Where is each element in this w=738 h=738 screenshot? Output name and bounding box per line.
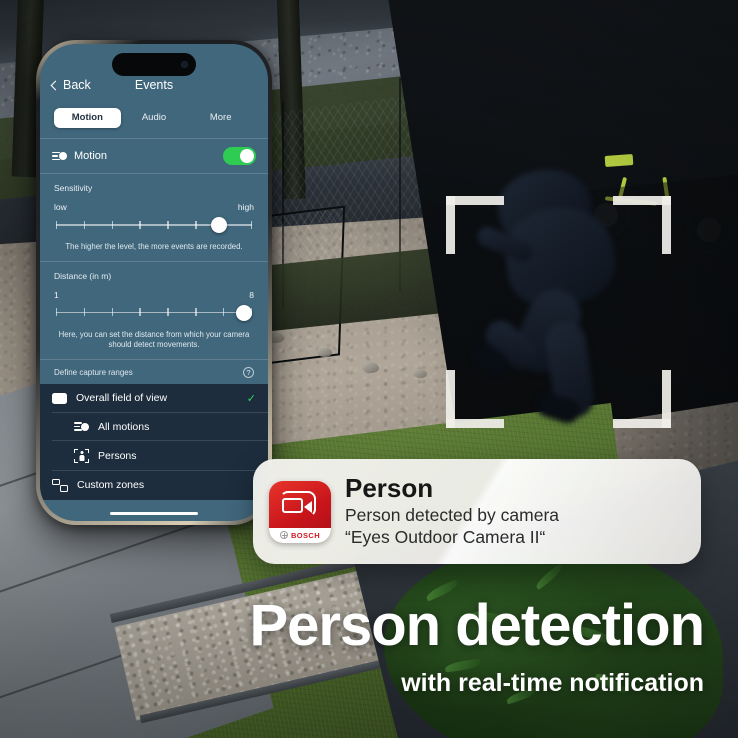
distance-max-label: 8 [249,289,254,300]
distance-slider[interactable] [56,304,253,321]
phone-mockup: Back Events Motion Audio More Motion Sen… [36,40,272,525]
bracket-corner-bottom-left [446,370,504,428]
motion-row-label: Motion [74,150,108,162]
sensitivity-max-label: high [237,202,254,212]
check-icon: ✓ [246,392,256,405]
bracket-corner-top-right [613,196,671,254]
chevron-left-icon [50,80,61,90]
distance-min-label: 1 [54,289,59,300]
bosch-wordmark: BOSCH [269,527,331,543]
sensitivity-title: Sensitivity [54,183,93,193]
bosch-app-icon: BOSCH [269,480,331,543]
tab-audio[interactable]: Audio [121,108,188,128]
bracket-corner-top-left [446,196,504,254]
dynamic-island [112,53,196,76]
capture-ranges-header: Define capture ranges ? [40,360,268,384]
distance-section: Distance (in m) 1 8 Here, you can set th… [40,262,268,359]
sensitivity-hint: The higher the level, the more events ar… [65,242,243,251]
detection-bracket [446,196,671,428]
promo-image: Back Events Motion Audio More Motion Sen… [0,0,738,738]
distance-slider-thumb[interactable] [236,304,253,321]
notification-text: Person Person detected by camera “Eyes O… [345,472,560,549]
capture-ranges-list: Overall field of view ✓ All motions Pers… [40,383,268,500]
list-item-label: All motions [98,420,150,433]
back-button-label: Back [63,78,91,92]
sensitivity-min-label: low [54,202,67,212]
list-item-label: Custom zones [77,479,145,492]
tab-motion[interactable]: Motion [54,108,121,128]
notification-body-line-1: Person detected by camera [345,504,560,525]
notification-card[interactable]: BOSCH Person Person detected by camera “… [253,459,701,564]
list-item-overall-field-of-view[interactable]: Overall field of view ✓ [40,384,268,413]
sensitivity-slider[interactable] [56,217,253,233]
notification-body-line-2: “Eyes Outdoor Camera II“ [345,526,546,547]
person-frame-icon [74,448,89,463]
list-item-label: Persons [98,449,137,462]
bracket-corner-bottom-right [613,370,671,428]
help-icon[interactable]: ? [243,366,254,378]
sensitivity-slider-thumb[interactable] [210,217,227,233]
headline-main: Person detection [249,593,705,658]
back-button[interactable]: Back [50,78,91,92]
camera-icon [280,490,320,521]
motion-toggle-row[interactable]: Motion [40,139,268,173]
list-item-custom-zones[interactable]: Custom zones [40,471,268,500]
tab-bar: Motion Audio More [54,108,254,128]
list-item-label: Overall field of view [76,392,168,405]
headline-sub: with real-time notification [401,669,704,697]
front-camera-icon [181,61,188,68]
tab-more[interactable]: More [187,108,254,128]
rect-icon [52,392,67,404]
phone-screen: Back Events Motion Audio More Motion Sen… [40,44,268,521]
list-item-all-motions[interactable]: All motions [40,413,268,441]
sensitivity-section: Sensitivity low high The higher the leve… [40,174,268,261]
distance-title: Distance (in m) [54,270,112,281]
bosch-brand-label: BOSCH [290,530,321,540]
home-indicator [110,512,198,515]
bosch-logo-icon [279,531,288,539]
zones-icon [52,478,68,492]
notification-title: Person [345,472,434,503]
distance-hint: Here, you can set the distance from whic… [58,329,250,350]
capture-ranges-label: Define capture ranges [54,367,133,377]
motion-icon [52,151,67,162]
motion-toggle[interactable] [223,147,256,165]
motion-icon [74,421,89,432]
list-item-persons[interactable]: Persons [40,441,268,471]
